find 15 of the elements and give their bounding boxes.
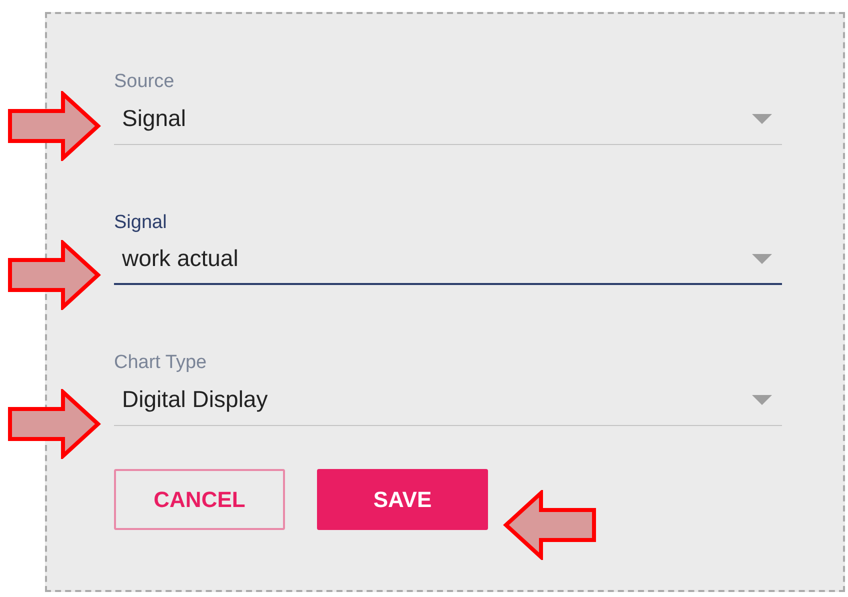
select-field[interactable]: work actual: [114, 234, 782, 285]
select-field[interactable]: Signal: [114, 93, 782, 145]
dropdown-caret-icon: [752, 394, 772, 404]
arrow-icon: [7, 91, 101, 161]
dropdown-caret-icon: [752, 114, 772, 124]
save-button[interactable]: SAVE: [317, 469, 488, 530]
select-field[interactable]: Digital Display: [114, 374, 782, 426]
arrow-icon: [7, 240, 101, 310]
arrow-icon: [503, 490, 597, 560]
field-label: Source: [114, 71, 176, 93]
dropdown-caret-icon: [752, 254, 772, 264]
cancel-button[interactable]: CANCEL: [114, 469, 285, 530]
arrow-icon: [7, 389, 101, 459]
field-label: Chart Type: [114, 352, 208, 374]
field-label: Signal: [114, 212, 168, 234]
